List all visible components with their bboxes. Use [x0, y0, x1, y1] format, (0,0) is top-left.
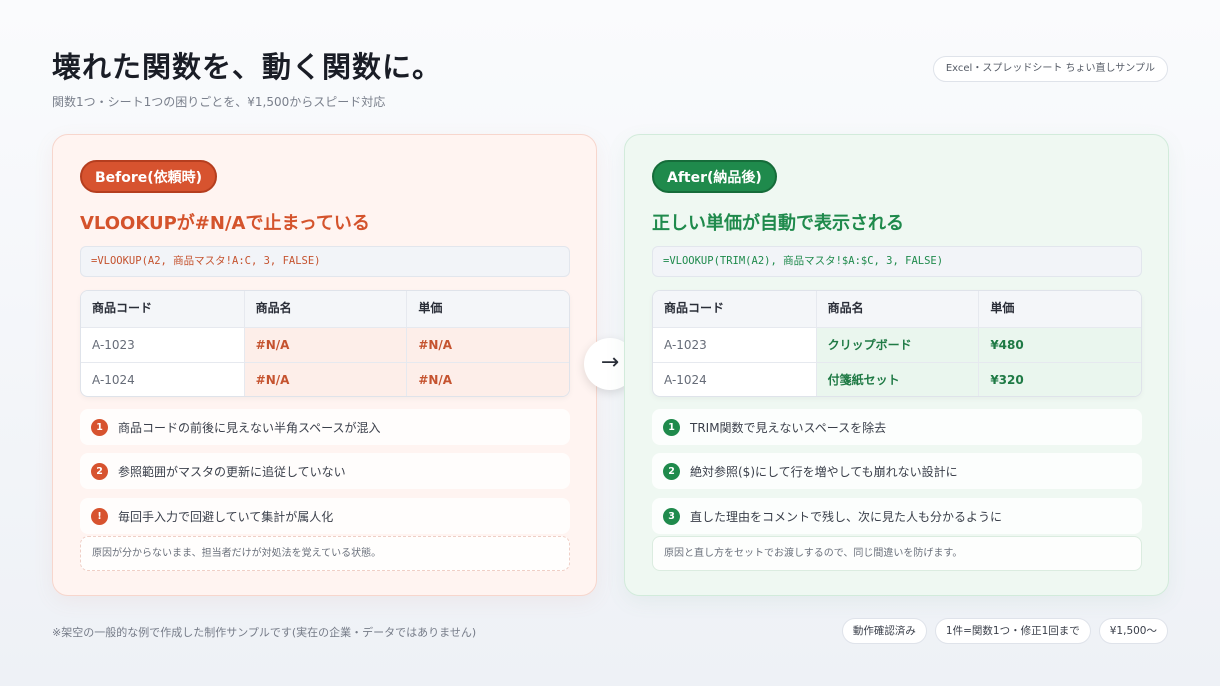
number-marker: 2	[91, 462, 108, 480]
after-note: 原因と直し方をセットでお渡しするので、同じ間違いを防げます。	[652, 536, 1142, 571]
cell-code: A-1024	[664, 373, 707, 387]
list-item-text: TRIM関数で見えないスペースを除去	[690, 420, 887, 435]
table-row: A-1024 付箋紙セット ¥320	[653, 362, 1141, 396]
verified-chip: 動作確認済み	[841, 618, 927, 644]
table-row: A-1023 クリップボード ¥480	[653, 326, 1141, 362]
after-badge: After(納品後)	[652, 160, 777, 193]
cell-name: 付箋紙セット	[815, 363, 979, 396]
list-item: 1 商品コードの前後に見えない半角スペースが混入	[80, 409, 570, 445]
footer-chips: 動作確認済み 1件=関数1つ・修正1回まで ¥1,500〜	[841, 618, 1168, 644]
before-heading: VLOOKUPが#N/Aで止まっている	[80, 213, 370, 234]
table-header-row: 商品コード 商品名 単価	[653, 291, 1141, 327]
column-header-name: 商品名	[815, 291, 979, 327]
number-marker: 1	[91, 418, 108, 436]
list-item: 1 TRIM関数で見えないスペースを除去	[652, 409, 1142, 445]
list-item-text: 絶対参照($)にして行を増やしても崩れない設計に	[690, 464, 958, 479]
cell-code: A-1023	[664, 337, 707, 352]
page-subtitle: 関数1つ・シート1つの困りごとを、¥1,500からスピード対応	[52, 95, 386, 109]
cell-name-error: #N/A	[243, 327, 407, 362]
list-item: 2 参照範囲がマスタの更新に追従していない	[80, 453, 570, 489]
footer-note: ※架空の一般的な例で作成した制作サンプルです(実在の企業・データではありません)	[52, 626, 477, 639]
cell-code: A-1023	[92, 337, 135, 352]
before-badge: Before(依頼時)	[80, 160, 218, 193]
column-header-name: 商品名	[243, 291, 407, 327]
after-panel: After(納品後) 正しい単価が自動で表示される =VLOOKUP(TRIM(…	[624, 134, 1169, 596]
list-item-text: 参照範囲がマスタの更新に追従していない	[118, 464, 346, 479]
column-header-price: 単価	[406, 291, 569, 327]
number-marker: 1	[663, 418, 680, 436]
column-header-code: 商品コード	[92, 301, 153, 315]
scope-chip: 1件=関数1つ・修正1回まで	[934, 618, 1091, 644]
list-item: 2 絶対参照($)にして行を増やしても崩れない設計に	[652, 453, 1142, 489]
column-header-price: 単価	[978, 291, 1141, 327]
list-item-text: 商品コードの前後に見えない半角スペースが混入	[118, 420, 381, 435]
list-item: ! 毎回手入力で回避していて集計が属人化	[80, 498, 570, 534]
list-item-text: 毎回手入力で回避していて集計が属人化	[118, 509, 334, 524]
cell-name: クリップボード	[815, 327, 979, 362]
page-title: 壊れた関数を、動く関数に。	[52, 50, 443, 84]
cell-price: ¥320	[978, 363, 1141, 396]
after-heading: 正しい単価が自動で表示される	[652, 213, 904, 234]
price-chip: ¥1,500〜	[1098, 618, 1168, 644]
table-header-row: 商品コード 商品名 単価	[81, 291, 569, 327]
number-marker: 3	[663, 507, 680, 525]
before-formula: =VLOOKUP(A2, 商品マスタ!A:C, 3, FALSE)	[80, 246, 570, 277]
cell-price: ¥480	[978, 327, 1141, 362]
cell-code: A-1024	[92, 373, 135, 387]
cell-name-error: #N/A	[243, 363, 407, 396]
warning-icon: !	[91, 507, 108, 525]
table-row: A-1023 #N/A #N/A	[81, 326, 569, 362]
cell-price-error: #N/A	[406, 327, 569, 362]
before-note: 原因が分からないまま、担当者だけが対処法を覚えている状態。	[80, 536, 570, 571]
list-item: 3 直した理由をコメントで残し、次に見た人も分かるように	[652, 498, 1142, 534]
cell-price-error: #N/A	[406, 363, 569, 396]
after-formula: =VLOOKUP(TRIM(A2), 商品マスタ!$A:$C, 3, FALSE…	[652, 246, 1142, 277]
after-table: 商品コード 商品名 単価 A-1023 クリップボード ¥480 A-1024 …	[652, 290, 1142, 397]
before-panel: Before(依頼時) VLOOKUPが#N/Aで止まっている =VLOOKUP…	[52, 134, 597, 596]
list-item-text: 直した理由をコメントで残し、次に見た人も分かるように	[690, 509, 1003, 524]
column-header-code: 商品コード	[664, 301, 725, 315]
before-table: 商品コード 商品名 単価 A-1023 #N/A #N/A A-1024 #N/…	[80, 290, 570, 397]
number-marker: 2	[663, 462, 680, 480]
sample-tag-chip: Excel・スプレッドシート ちょい直しサンプル	[932, 56, 1168, 82]
table-row: A-1024 #N/A #N/A	[81, 362, 569, 396]
